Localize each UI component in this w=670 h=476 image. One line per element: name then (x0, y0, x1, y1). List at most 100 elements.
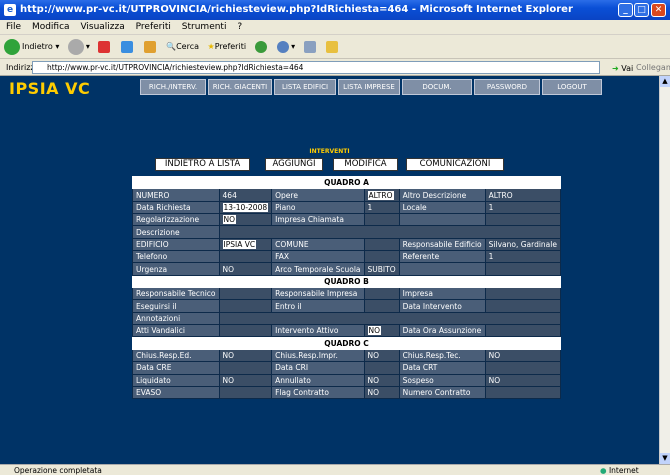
table-cell-value (218, 225, 561, 239)
nav-docum[interactable]: DOCUM. (402, 79, 472, 95)
nav-rich-interv[interactable]: RICH./INTERV. (140, 79, 206, 95)
quadro-c-header: QUADRO C (132, 336, 561, 350)
table-row: Liquidato NO Annullato NO Sospeso NO (132, 373, 561, 387)
highlighted-value: IPSIA VC (222, 239, 257, 249)
menu-visualizza[interactable]: Visualizza (80, 22, 124, 32)
table-cell-value: NO (484, 348, 561, 363)
table-row: Responsabile Tecnico Responsabile Impresa… (132, 287, 561, 301)
table-cell-value (484, 287, 561, 301)
table-cell-label (398, 262, 486, 276)
table-cell-label: COMUNE (271, 237, 365, 252)
nav-password[interactable]: PASSWORD (474, 79, 540, 95)
table-cell-value (218, 385, 273, 400)
mail-button[interactable]: ▾ (277, 35, 295, 59)
globe-icon: ● (600, 466, 607, 475)
table-cell-label: NUMERO (132, 188, 220, 202)
back-to-list-button[interactable]: INDIETRO A LISTA (155, 158, 250, 171)
table-cell-label (398, 213, 486, 227)
edit-button[interactable]: MODIFICA (333, 158, 398, 171)
table-cell-value: SUBITO (363, 262, 400, 276)
scroll-down-icon[interactable]: ▼ (660, 453, 670, 464)
ie-logo-icon: e (4, 4, 16, 16)
menu-modifica[interactable]: Modifica (32, 22, 70, 32)
table-cell-label: Chius.Resp.Tec. (398, 348, 486, 363)
refresh-icon (121, 40, 134, 53)
table-cell-value: NO (218, 262, 273, 276)
add-button[interactable]: AGGIUNGI (265, 158, 323, 171)
table-cell-label: Flag Contratto (271, 385, 365, 400)
home-button[interactable] (143, 35, 158, 59)
table-cell-label: Data Intervento (398, 299, 486, 313)
print-button[interactable] (303, 35, 318, 59)
table-cell-label: Entro il (271, 299, 365, 313)
table-cell-value: NO (218, 373, 273, 387)
history-icon (254, 40, 267, 53)
nav-lista-edifici[interactable]: LISTA EDIFICI (274, 79, 336, 95)
page-content: IPSIA VC RICH./INTERV. RICH. GIACENTI LI… (0, 76, 659, 464)
forward-button[interactable]: ▾ (67, 35, 90, 59)
table-cell-label: Eseguirsi il (132, 299, 220, 313)
nav-logout[interactable]: LOGOUT (542, 79, 602, 95)
scroll-up-icon[interactable]: ▲ (660, 76, 670, 87)
table-cell-label: Regolarizzazione (132, 213, 220, 227)
table-cell-label: Referente (398, 250, 486, 264)
search-icon: 🔍 (166, 42, 177, 51)
address-input[interactable]: http://www.pr-vc.it/UTPROVINCIA/richiest… (32, 61, 600, 74)
menu-help[interactable]: ? (237, 22, 242, 32)
stop-button[interactable] (98, 35, 112, 59)
table-cell-value: ALTRO (363, 188, 400, 202)
communications-button[interactable]: COMUNICAZIONI (406, 158, 504, 171)
table-cell-label: FAX (271, 250, 365, 264)
highlighted-value: NO (367, 326, 382, 336)
window-title-bar: e http://www.pr-vc.it/UTPROVINCIA/richie… (0, 0, 670, 20)
links-label[interactable]: Collegamenti (636, 59, 670, 76)
table-row: Data Richiesta 13-10-2008 Piano 1 Locale 1 (132, 200, 561, 215)
nav-rich-giacenti[interactable]: RICH. GIACENTI (208, 79, 272, 95)
table-cell-label: EDIFICIO (132, 237, 220, 252)
table-cell-label: Liquidato (132, 373, 220, 387)
table-cell-label: Annullato (271, 373, 365, 387)
back-button[interactable]: Indietro ▾ (4, 35, 59, 59)
menu-file[interactable]: File (6, 22, 21, 32)
table-cell-value: 13-10-2008 (218, 200, 273, 215)
favorites-button[interactable]: ★Preferiti (208, 35, 247, 59)
highlighted-value: ALTRO (367, 190, 394, 200)
table-cell-label: Locale (398, 200, 486, 215)
table-cell-label: Telefono (132, 250, 220, 264)
minimize-button[interactable]: _ (618, 3, 633, 17)
table-cell-value (218, 311, 561, 326)
folder-button[interactable] (326, 35, 340, 59)
table-cell-value: 1 (484, 250, 561, 264)
main-nav: RICH./INTERV. RICH. GIACENTI LISTA EDIFI… (140, 79, 604, 95)
table-cell-label: Impresa Chiamata (271, 213, 365, 227)
table-row: Regolarizzazione NO Impresa Chiamata (132, 213, 561, 227)
table-cell-label: Chius.Resp.Impr. (271, 348, 365, 363)
site-logo: IPSIA VC (9, 79, 91, 98)
maximize-button[interactable]: □ (634, 3, 649, 17)
table-cell-value (363, 237, 400, 252)
go-arrow-icon: ➜ (612, 64, 619, 73)
go-button[interactable]: ➜ Vai (612, 60, 633, 77)
table-cell-value (484, 361, 561, 375)
vertical-scrollbar[interactable]: ▲ ▼ (659, 76, 670, 464)
table-cell-label: EVASO (132, 385, 220, 400)
table-cell-label: Data Ora Assunzione (398, 324, 486, 338)
table-cell-value (484, 299, 561, 313)
table-cell-label: Data Richiesta (132, 200, 220, 215)
nav-lista-imprese[interactable]: LISTA IMPRESE (338, 79, 400, 95)
table-cell-value (363, 287, 400, 301)
close-button[interactable]: ✕ (651, 3, 666, 17)
table-cell-label: Responsabile Edificio (398, 237, 486, 252)
history-button[interactable] (254, 35, 269, 59)
menu-preferiti[interactable]: Preferiti (136, 22, 171, 32)
table-cell-value: ALTRO (484, 188, 561, 202)
refresh-button[interactable] (121, 35, 135, 59)
table-cell-value (363, 250, 400, 264)
table-cell-value: 1 (484, 200, 561, 215)
window-title: http://www.pr-vc.it/UTPROVINCIA/richiest… (20, 4, 573, 15)
table-cell-label: Data CRI (271, 361, 365, 375)
table-row: Descrizione (132, 225, 561, 239)
search-button[interactable]: 🔍Cerca (166, 35, 199, 59)
table-cell-value (218, 250, 273, 264)
menu-strumenti[interactable]: Strumenti (182, 22, 227, 32)
